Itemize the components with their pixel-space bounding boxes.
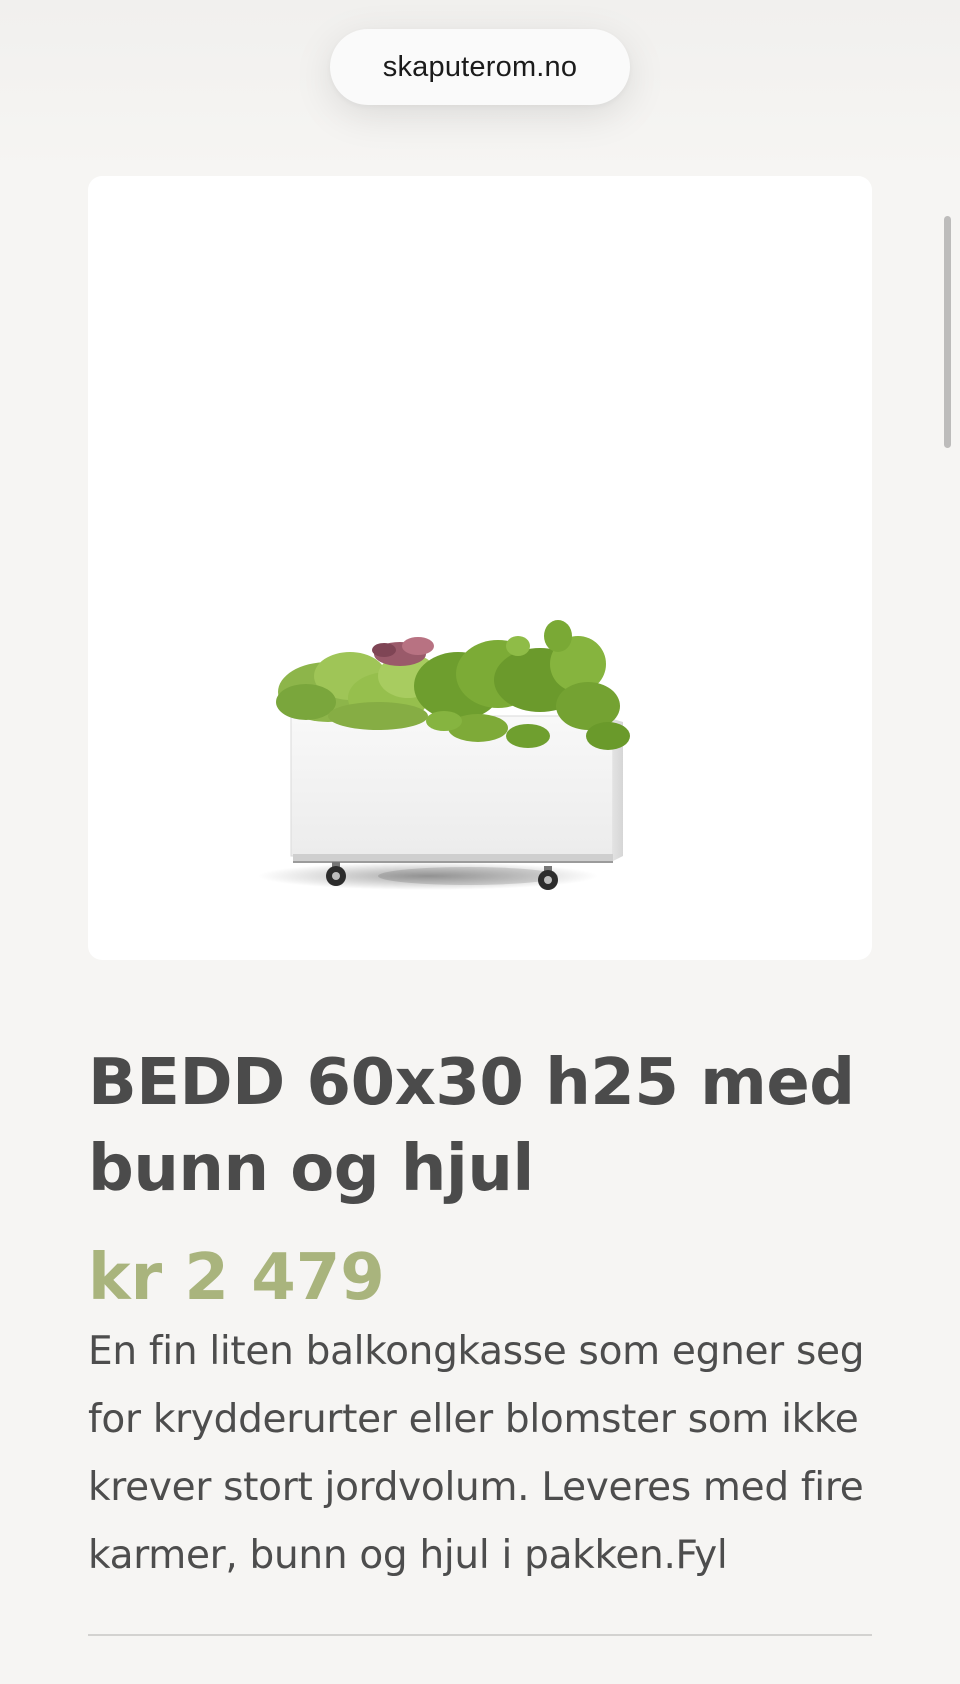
product-image [258, 620, 630, 890]
page-scrollbar[interactable] [944, 216, 951, 448]
address-bar[interactable]: skaputerom.no [330, 29, 630, 105]
product-description: En fin liten balkongkasse som egner seg … [88, 1329, 865, 1578]
address-bar-url: skaputerom.no [382, 50, 578, 83]
product-image-card[interactable] [88, 176, 872, 960]
product-title: BEDD 60x30 h25 med bunn og hjul [88, 1046, 855, 1206]
product-price: kr 2 479 [88, 1241, 385, 1315]
section-divider [88, 1634, 872, 1636]
